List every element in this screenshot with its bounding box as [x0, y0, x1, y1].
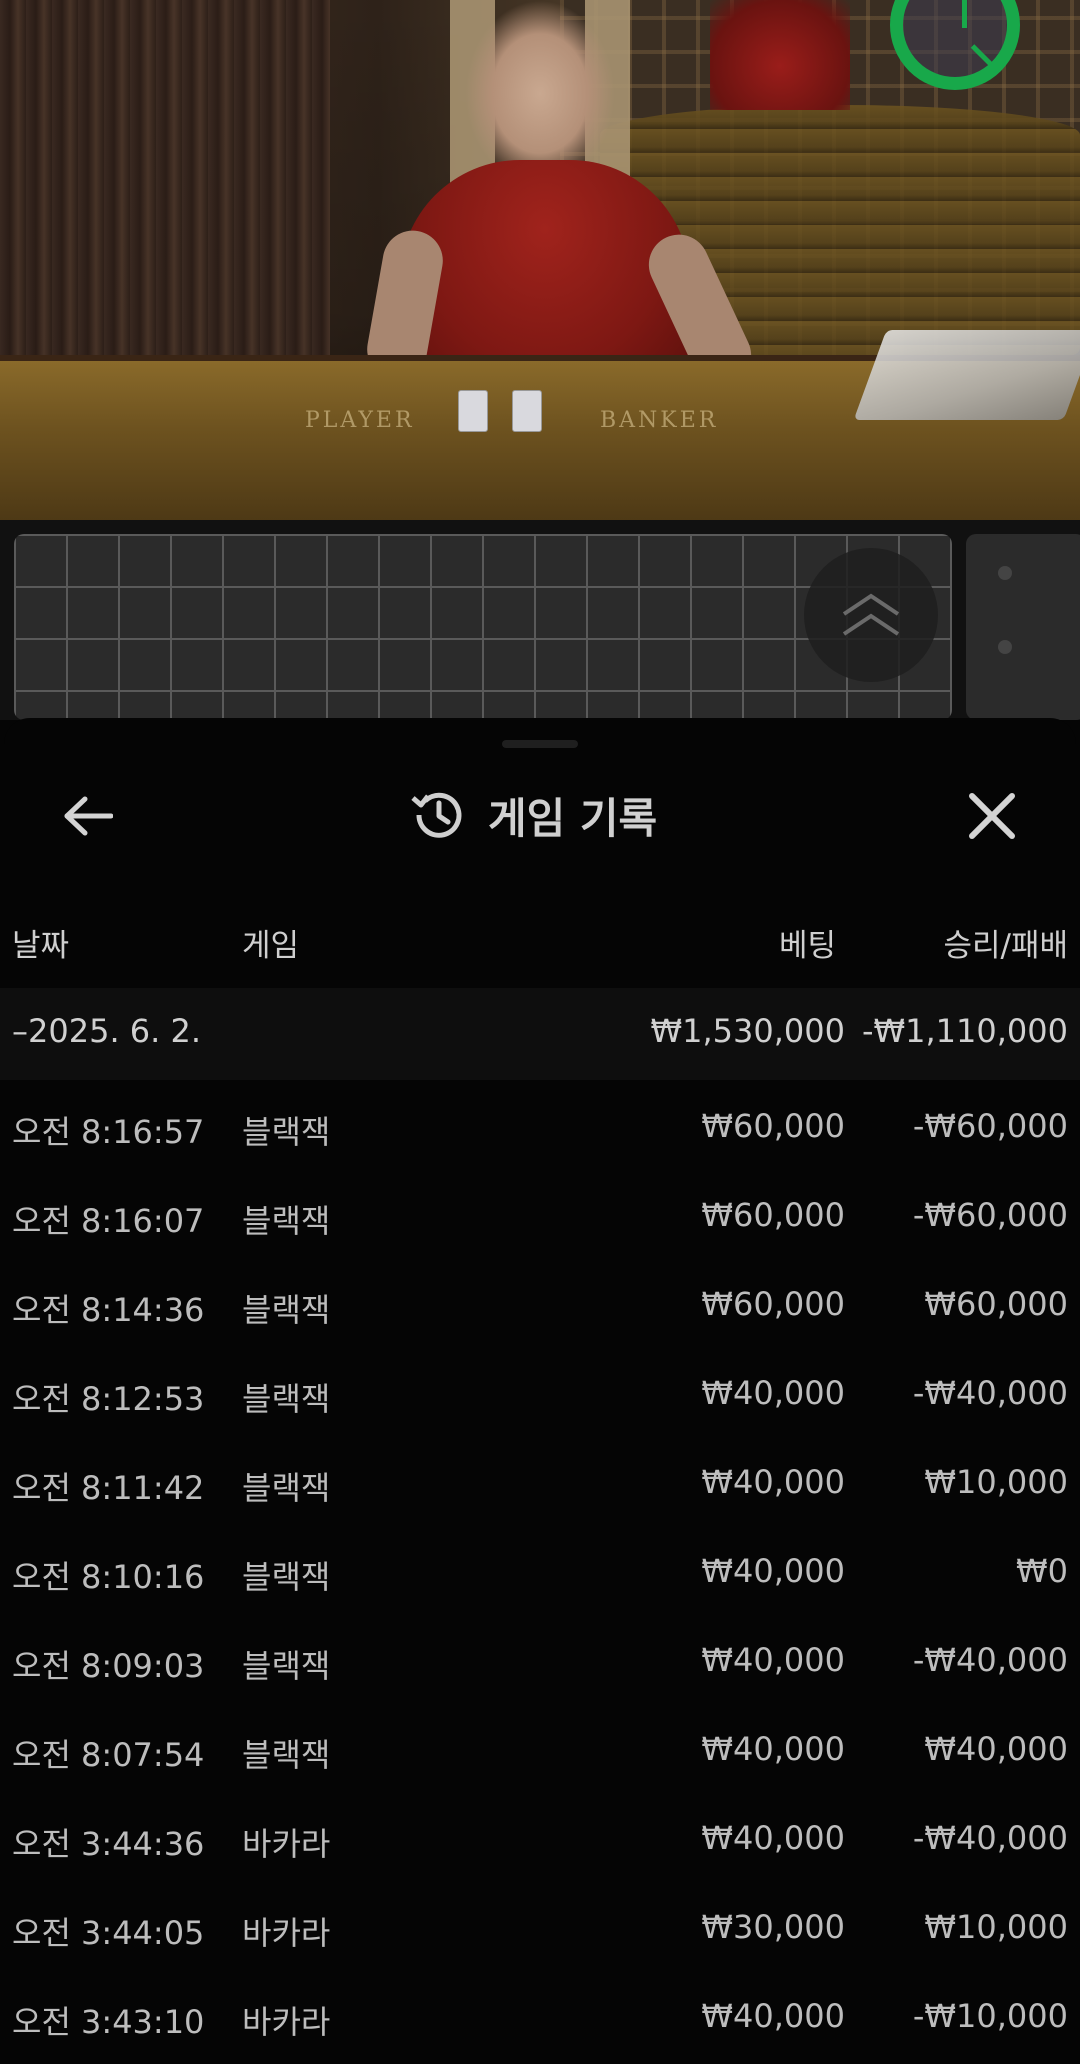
row-result: ₩40,000	[924, 1730, 1068, 1768]
row-result: -₩40,000	[912, 1641, 1068, 1679]
row-result: ₩10,000	[924, 1908, 1068, 1946]
row-game: 블랙잭	[242, 1469, 331, 1507]
history-row[interactable]: 오전 8:07:54 블랙잭 ₩40,000 ₩40,000	[0, 1708, 1080, 1797]
row-result: ₩10,000	[924, 1463, 1068, 1501]
row-time: 오전 3:43:10	[12, 2003, 205, 2041]
playing-card	[512, 390, 542, 432]
playing-card	[458, 390, 488, 432]
row-result: -₩60,000	[912, 1196, 1068, 1234]
row-result: -₩60,000	[912, 1107, 1068, 1145]
road-dot	[998, 566, 1012, 580]
close-icon	[969, 793, 1015, 839]
arrow-left-icon	[64, 796, 113, 836]
row-bet: ₩60,000	[701, 1285, 845, 1323]
row-bet: ₩60,000	[701, 1107, 845, 1145]
column-header-game[interactable]: 게임	[242, 920, 299, 965]
history-row[interactable]: 오전 8:12:53 블랙잭 ₩40,000 -₩40,000	[0, 1352, 1080, 1441]
row-bet: ₩60,000	[701, 1196, 845, 1234]
row-time: 오전 3:44:05	[12, 1914, 205, 1952]
row-time: 오전 8:16:07	[12, 1202, 205, 1240]
card-shoe	[853, 330, 1080, 420]
road-dot	[998, 640, 1012, 654]
row-bet: ₩40,000	[701, 1374, 845, 1412]
history-row[interactable]: 오전 8:09:03 블랙잭 ₩40,000 -₩40,000	[0, 1619, 1080, 1708]
row-game: 블랙잭	[242, 1113, 331, 1151]
row-bet: ₩40,000	[701, 1730, 845, 1768]
row-game: 블랙잭	[242, 1380, 331, 1418]
history-row[interactable]: 오전 3:44:05 바카라 ₩30,000 ₩10,000	[0, 1886, 1080, 1975]
secondary-road-grid[interactable]	[966, 534, 1080, 720]
row-game: 블랙잭	[242, 1291, 331, 1329]
history-row[interactable]: 오전 3:43:10 바카라 ₩40,000 -₩10,000	[0, 1975, 1080, 2064]
history-row[interactable]: 오전 8:14:36 블랙잭 ₩60,000 ₩60,000	[0, 1263, 1080, 1352]
column-header-bet[interactable]: 베팅	[779, 920, 836, 965]
row-bet: ₩40,000	[701, 1641, 845, 1679]
timer-hand	[962, 0, 967, 28]
sheet-title-group: 게임 기록	[408, 785, 657, 845]
player-label: PLAYER	[305, 408, 415, 433]
row-time: 오전 8:09:03	[12, 1647, 205, 1685]
row-time: 오전 8:16:57	[12, 1113, 205, 1151]
row-bet: ₩30,000	[701, 1908, 845, 1946]
curtain-backdrop	[0, 0, 330, 380]
live-video-stream: PLAYER BANKER	[0, 0, 1080, 520]
history-row[interactable]: 오전 8:11:42 블랙잭 ₩40,000 ₩10,000	[0, 1441, 1080, 1530]
history-clock-icon	[411, 792, 462, 838]
group-date: –2025. 6. 2.	[12, 1012, 202, 1050]
row-result: ₩0	[1016, 1552, 1068, 1590]
history-row[interactable]: 오전 8:10:16 블랙잭 ₩40,000 ₩0	[0, 1530, 1080, 1619]
row-result: -₩10,000	[912, 1997, 1068, 2035]
sheet-drag-handle[interactable]	[502, 740, 578, 748]
close-button[interactable]	[962, 786, 1022, 846]
group-result-total: -₩1,110,000	[861, 1012, 1068, 1050]
row-bet: ₩40,000	[701, 1997, 845, 2035]
row-bet: ₩40,000	[701, 1463, 845, 1501]
row-bet: ₩40,000	[701, 1819, 845, 1857]
banker-label: BANKER	[600, 408, 719, 433]
row-time: 오전 8:11:42	[12, 1469, 205, 1507]
column-header-date[interactable]: 날짜	[12, 920, 69, 965]
history-row[interactable]: 오전 3:44:36 바카라 ₩40,000 -₩40,000	[0, 1797, 1080, 1886]
dealer-face	[465, 0, 615, 170]
row-game: 바카라	[242, 2003, 331, 2041]
expand-roads-button[interactable]	[804, 548, 938, 682]
row-time: 오전 3:44:36	[12, 1825, 205, 1863]
group-bet-total: ₩1,530,000	[650, 1012, 846, 1050]
background-dealer	[710, 0, 850, 110]
row-game: 바카라	[242, 1914, 331, 1952]
row-time: 오전 8:14:36	[12, 1291, 205, 1329]
row-game: 블랙잭	[242, 1736, 331, 1774]
history-row[interactable]: 오전 8:16:57 블랙잭 ₩60,000 -₩60,000	[0, 1085, 1080, 1174]
page-title: 게임 기록	[488, 793, 658, 843]
row-game: 블랙잭	[242, 1647, 331, 1685]
row-time: 오전 8:07:54	[12, 1736, 205, 1774]
row-game: 바카라	[242, 1825, 331, 1863]
history-row[interactable]: 오전 8:16:07 블랙잭 ₩60,000 -₩60,000	[0, 1174, 1080, 1263]
date-group-row[interactable]: –2025. 6. 2. ₩1,530,000 -₩1,110,000	[0, 988, 1080, 1080]
row-game: 블랙잭	[242, 1558, 331, 1596]
row-result: -₩40,000	[912, 1374, 1068, 1412]
row-time: 오전 8:10:16	[12, 1558, 205, 1596]
column-header-result[interactable]: 승리/패배	[943, 920, 1068, 965]
row-time: 오전 8:12:53	[12, 1380, 205, 1418]
row-bet: ₩40,000	[701, 1552, 845, 1590]
row-result: -₩40,000	[912, 1819, 1068, 1857]
row-game: 블랙잭	[242, 1202, 331, 1240]
double-chevron-up-icon	[842, 593, 900, 636]
back-button[interactable]	[55, 788, 121, 844]
row-result: ₩60,000	[924, 1285, 1068, 1323]
